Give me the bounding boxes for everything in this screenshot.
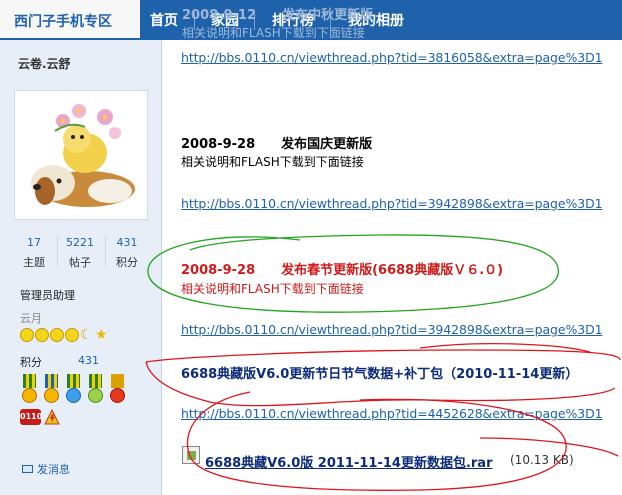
stat-posts-count[interactable]: 5221 xyxy=(60,236,100,249)
medal-icon[interactable] xyxy=(64,374,83,406)
stat-topics-label: 主题 xyxy=(23,256,45,269)
sun-face-icon xyxy=(35,328,49,342)
user-rank: 云月 xyxy=(20,312,42,325)
send-message-label: 发消息 xyxy=(37,463,70,476)
medal-icon[interactable] xyxy=(108,374,127,406)
medal-icon[interactable] xyxy=(42,374,61,406)
nav-home[interactable]: 首页 xyxy=(150,10,178,30)
puppy-avatar-image xyxy=(31,104,135,207)
user-role: 管理员助理 xyxy=(20,289,75,302)
post-link[interactable]: http://bbs.0110.cn/viewthread.php?tid=39… xyxy=(181,322,603,337)
obscured-post-subtitle: 相关说明和FLASH下载到下面链接 xyxy=(182,26,365,40)
medal-icon[interactable] xyxy=(86,374,105,406)
post-link[interactable]: http://bbs.0110.cn/viewthread.php?tid=38… xyxy=(181,50,603,65)
medal-list: 0110 xyxy=(20,374,144,425)
post-subtitle: 相关说明和FLASH下载到下面链接 xyxy=(181,282,364,296)
post-title: 2008-9-28 发布国庆更新版 xyxy=(181,137,373,152)
post-link[interactable]: http://bbs.0110.cn/viewthread.php?tid=39… xyxy=(181,196,603,211)
post-title: 6688典藏版V6.0更新节日节气数据+补丁包（2010-11-14更新） xyxy=(181,367,579,382)
points-label: 积分 xyxy=(20,356,42,369)
sun-face-icon xyxy=(20,328,34,342)
attachment-size: (10.13 KB) xyxy=(510,453,574,467)
stat-points-count[interactable]: 431 xyxy=(107,236,147,249)
moon-icon: ☾ xyxy=(80,327,93,343)
sun-face-icon xyxy=(65,328,79,342)
username[interactable]: 云卷.云舒 xyxy=(18,55,71,72)
forum-section-tab[interactable]: 西门子手机专区 xyxy=(0,0,140,40)
star-icon: ★ xyxy=(95,327,108,343)
obscured-post-title: 2008-9-12 发布中秋更新版 xyxy=(182,8,374,23)
medal-icon[interactable] xyxy=(20,374,39,406)
post-subtitle: 相关说明和FLASH下载到下面链接 xyxy=(181,155,364,169)
attachment-download-link[interactable]: 6688典藏V6.0版 2011-11-14更新数据包.rar xyxy=(205,452,493,471)
stat-posts-label: 帖子 xyxy=(69,256,91,269)
stat-divider xyxy=(57,236,58,266)
points-value: 431 xyxy=(78,354,99,367)
stat-divider xyxy=(105,236,106,266)
badge-0110[interactable]: 0110 xyxy=(20,409,42,425)
envelope-icon xyxy=(22,465,33,473)
post-title: 2008-9-28 发布春节更新版(6688典藏版Ｖ６.０) xyxy=(181,263,504,278)
sun-face-icon xyxy=(50,328,64,342)
top-navigation-bar: 西门子手机专区 首页 家园 排行榜 我的相册 2008-9-12 发布中秋更新版… xyxy=(0,0,622,40)
lightning-warning-icon[interactable] xyxy=(44,409,60,425)
stat-topics-count[interactable]: 17 xyxy=(14,236,54,249)
send-message-link[interactable]: 发消息 xyxy=(22,461,70,477)
post-link[interactable]: http://bbs.0110.cn/viewthread.php?tid=44… xyxy=(181,406,603,421)
avatar[interactable] xyxy=(14,90,148,220)
attachment-file-icon xyxy=(182,446,200,464)
rank-stars: ☾ ★ xyxy=(20,328,109,344)
stat-points-label: 积分 xyxy=(116,256,138,269)
